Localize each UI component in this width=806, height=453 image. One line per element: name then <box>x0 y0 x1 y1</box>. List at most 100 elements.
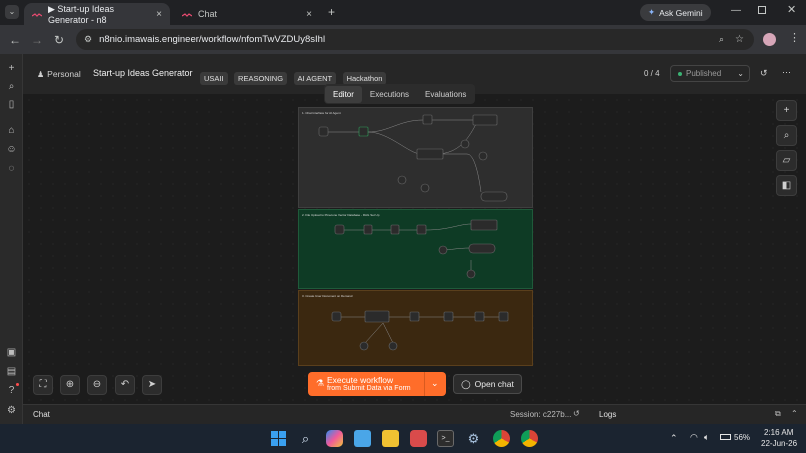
browser-menu-icon[interactable]: ⋮ <box>789 31 800 44</box>
sticky-note-user-document[interactable]: 3. Create User Document on Demand <box>298 290 533 366</box>
view-tab-switcher: Editor Executions Evaluations <box>324 84 476 104</box>
snipping-tool-icon[interactable] <box>410 430 427 447</box>
sticky-note-chat-interface[interactable]: 1. Chat Interface for AI Agent <box>298 107 533 208</box>
execute-sublabel: from Submit Data via Form <box>327 385 411 392</box>
flask-icon: ⚗ <box>316 378 325 388</box>
help-icon[interactable]: ? <box>5 384 18 397</box>
workflow-graph-1 <box>318 114 508 202</box>
execute-workflow-button[interactable]: ⚗ Execute workflow from Submit Data via … <box>308 372 446 396</box>
ask-gemini-button[interactable]: ✦ Ask Gemini <box>640 4 711 21</box>
n8n-sidebar: + ⌕ ▯ ⌂ ☺ ◌ ▣ ▤ ? ⚙ <box>0 54 23 424</box>
user-icon[interactable]: ☺ <box>5 143 18 156</box>
chevron-up-icon[interactable]: ⌃ <box>791 409 798 418</box>
tab-title: Chat <box>198 9 218 19</box>
forward-arrow-icon[interactable]: → <box>29 32 45 48</box>
notepad-icon[interactable] <box>354 430 371 447</box>
workflow-counter: 0 / 4 <box>644 69 660 78</box>
templates-icon[interactable]: ▣ <box>5 346 18 359</box>
chrome-profile-icon[interactable] <box>521 430 538 447</box>
refresh-session-icon[interactable]: ↺ <box>573 409 580 418</box>
back-arrow-icon[interactable]: ← <box>7 32 23 48</box>
tab-executions[interactable]: Executions <box>362 86 417 103</box>
popout-icon[interactable]: ⧉ <box>775 409 781 419</box>
insights-chart-icon[interactable]: ▤ <box>5 365 18 378</box>
execute-label: Execute workflow <box>327 375 394 385</box>
reload-icon[interactable]: ↻ <box>51 32 67 48</box>
url-text: n8nio.imawais.engineer/workflow/nfomTwVZ… <box>99 34 326 45</box>
tab-evaluations[interactable]: Evaluations <box>417 86 474 103</box>
bookmark-star-icon[interactable]: ☆ <box>735 34 744 45</box>
address-bar[interactable]: ⚙ n8nio.imawais.engineer/workflow/nfomTw… <box>76 29 754 50</box>
search-nodes-button[interactable]: ⌕ <box>776 125 797 146</box>
undo-button[interactable]: ↶ <box>115 375 135 395</box>
bottom-panel-bar: Chat Session: c227b... ↺ Logs ⧉ ⌃ <box>23 404 806 424</box>
chevron-down-icon[interactable]: ⌄ <box>431 378 439 389</box>
close-window-button[interactable]: ✕ <box>787 3 796 16</box>
fit-view-button[interactable]: ⛶ <box>33 375 53 395</box>
home-icon[interactable]: ⌂ <box>5 124 18 137</box>
chat-bubble-icon: ◯ <box>461 378 471 389</box>
clock-time[interactable]: 2:16 AM <box>764 428 793 437</box>
settings-gear-icon[interactable]: ⚙ <box>465 430 482 447</box>
chat-panel-label[interactable]: Chat <box>33 410 50 419</box>
n8n-favicon-icon <box>181 11 193 17</box>
status-dot <box>678 71 682 76</box>
open-chat-button[interactable]: ◯ Open chat <box>453 374 522 394</box>
profile-avatar[interactable] <box>763 33 776 46</box>
add-icon[interactable]: + <box>5 62 18 75</box>
battery-icon[interactable] <box>720 434 731 440</box>
browser-tab-chat[interactable]: Chat × <box>174 3 320 25</box>
close-tab-icon[interactable]: × <box>156 9 162 20</box>
sticky-note-button[interactable]: ▱ <box>776 150 797 171</box>
clock-date[interactable]: 22-Jun-26 <box>761 439 797 448</box>
person-icon: ♟ <box>37 69 45 79</box>
tab-editor[interactable]: Editor <box>325 85 362 103</box>
workflow-graph-2 <box>334 219 498 279</box>
chat-icon[interactable]: ◌ <box>5 162 18 175</box>
copilot-icon[interactable] <box>326 430 343 447</box>
chevron-down-icon[interactable]: ⌄ <box>737 69 744 78</box>
chrome-icon[interactable] <box>493 430 510 447</box>
wifi-icon[interactable]: ◠ <box>690 432 698 443</box>
tag-chip[interactable]: USAII <box>200 72 228 85</box>
tab-title: ▶ Start-up Ideas Generator - n8 <box>48 3 114 25</box>
minimize-window-button[interactable]: — <box>731 5 741 16</box>
logs-panel-label[interactable]: Logs <box>599 410 616 419</box>
new-tab-button[interactable]: + <box>328 5 335 19</box>
file-explorer-icon[interactable] <box>382 430 399 447</box>
volume-icon[interactable]: 🔈︎ <box>704 432 709 443</box>
execute-dropdown-divider <box>424 372 425 396</box>
tag-chip[interactable]: REASONING <box>234 72 288 85</box>
search-icon[interactable]: ⌕ <box>5 80 18 93</box>
session-id: Session: c227b... <box>510 410 572 419</box>
workflow-title[interactable]: Start-up Ideas Generator <box>93 68 193 78</box>
workspace-breadcrumb[interactable]: ♟ Personal <box>37 69 81 79</box>
battery-percent: 56% <box>734 433 751 442</box>
sticky-note-file-upload[interactable]: 2. File Upload to Pinecone Vector Databa… <box>298 209 533 289</box>
chevron-up-icon[interactable]: ⌃ <box>670 433 678 444</box>
notification-dot <box>16 383 19 386</box>
maximize-window-button[interactable] <box>758 6 766 14</box>
n8n-favicon-icon <box>31 11 43 17</box>
browser-tab-strip: ⌄ ▶ Start-up Ideas Generator - n8 × Chat… <box>0 0 806 25</box>
more-options-icon[interactable]: ⋯ <box>782 67 791 78</box>
windows-start-icon[interactable] <box>270 430 287 447</box>
terminal-icon[interactable]: >_ <box>437 430 454 447</box>
chat-trigger-node <box>318 126 329 137</box>
history-icon[interactable]: ↺ <box>760 68 768 79</box>
windows-taskbar <box>0 424 806 453</box>
site-info-icon[interactable]: ⚙ <box>84 34 92 45</box>
settings-gear-icon[interactable]: ⚙ <box>5 404 18 417</box>
zoom-in-button[interactable]: ⊕ <box>60 375 80 395</box>
panel-toggle-icon[interactable]: ▯ <box>5 98 18 111</box>
tab-list-icon[interactable]: ⌄ <box>5 5 19 19</box>
zoom-out-button[interactable]: ⊖ <box>87 375 107 395</box>
add-node-button[interactable]: + <box>776 100 797 121</box>
close-tab-icon[interactable]: × <box>306 9 312 20</box>
toggle-panel-button[interactable]: ◧ <box>776 175 797 196</box>
cursor-mode-button[interactable]: ➤ <box>142 375 162 395</box>
search-icon[interactable]: ⌕ <box>297 430 314 447</box>
publish-status[interactable]: Published ⌄ <box>670 65 750 82</box>
browser-tab-active[interactable]: ▶ Start-up Ideas Generator - n8 × <box>24 3 170 25</box>
zoom-magnifier-icon[interactable]: ⌕ <box>719 34 724 45</box>
